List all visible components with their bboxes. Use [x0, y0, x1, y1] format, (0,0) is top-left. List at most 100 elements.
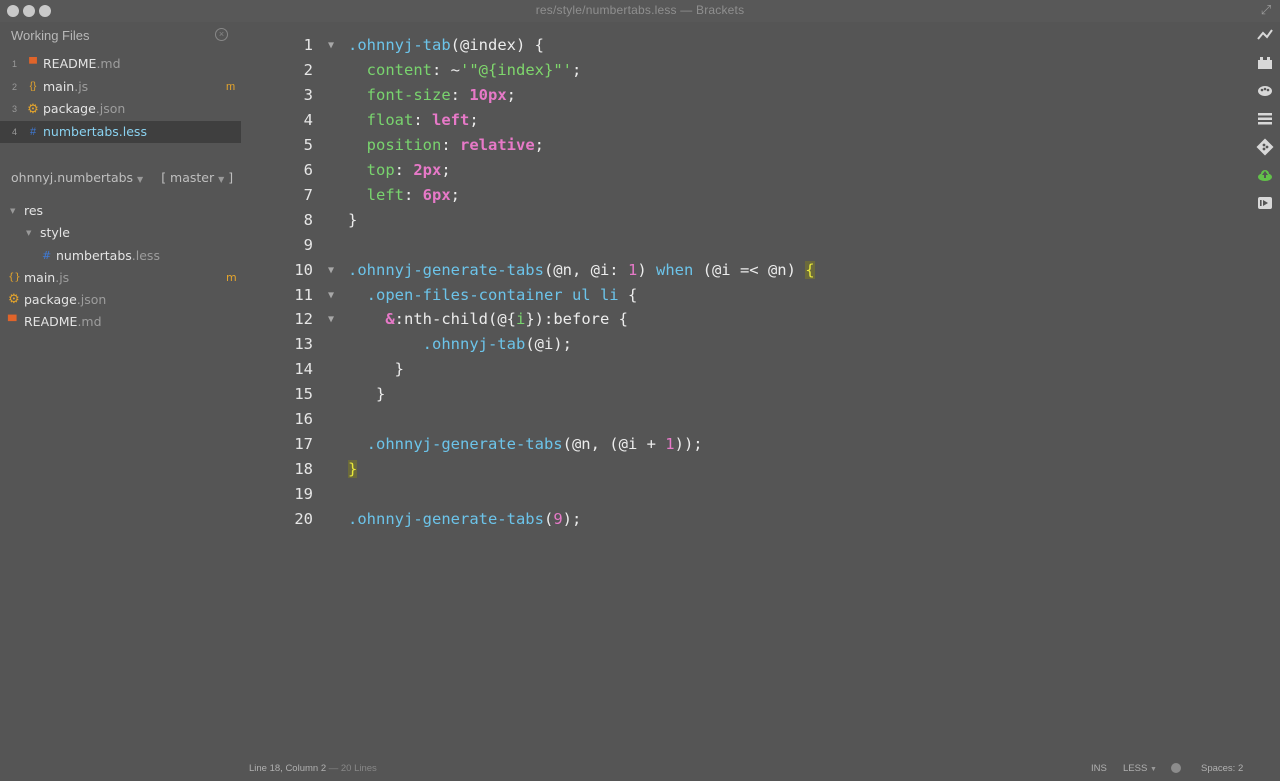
tree-file-numbertabs[interactable]: # numbertabs.less — [0, 245, 241, 267]
line-number: 15 — [294, 385, 313, 404]
project-name: ohnnyj.numbertabs — [11, 170, 134, 185]
line-number: 16 — [294, 410, 313, 429]
line-number: 8 — [303, 210, 313, 229]
line-number: 10 — [294, 260, 313, 279]
code-token: 2px — [413, 160, 442, 179]
code-text: float: left; — [348, 108, 479, 133]
file-tree: ▼ res ▼ style # numbertabs.less {} main.… — [0, 200, 241, 334]
code-token: : — [441, 135, 460, 154]
code-token: } — [348, 385, 386, 404]
working-file-item[interactable]: 3 ⚙ package.json — [0, 98, 241, 121]
fullscreen-icon[interactable]: ⤢ — [1258, 2, 1274, 18]
tree-file-mainjs[interactable]: {} main.js m — [0, 267, 241, 289]
code-text: } — [348, 208, 357, 233]
language-dropdown[interactable]: LESS ▼ — [1123, 757, 1157, 781]
file-extension: .js — [55, 269, 70, 285]
file-extension: .json — [95, 101, 126, 116]
theme-icon[interactable] — [1256, 82, 1274, 100]
tree-folder-style[interactable]: ▼ style — [0, 222, 241, 244]
live-preview-icon[interactable] — [1256, 26, 1274, 44]
working-files-list: 1 ▀ README.md 2 {} main.js m 3 ⚙ package… — [0, 53, 241, 143]
line-number: 7 — [303, 185, 313, 204]
code-text: left: 6px; — [348, 183, 460, 208]
code-token: (@index) { — [450, 36, 544, 54]
main-toolbar — [1248, 22, 1280, 757]
outline-list-icon[interactable] — [1256, 110, 1274, 128]
code-token: : — [394, 160, 414, 179]
gear-icon: ⚙ — [8, 292, 20, 308]
file-name: package.json — [43, 98, 125, 120]
expand-triangle-icon[interactable]: ▼ — [10, 200, 15, 222]
file-extension: .md — [77, 314, 102, 330]
working-file-item[interactable]: 1 ▀ README.md — [0, 53, 241, 76]
tree-file-readme[interactable]: ▀ README.md — [0, 311, 241, 333]
code-token: : — [450, 85, 470, 104]
fold-triangle-icon[interactable]: ▼ — [328, 33, 334, 58]
chevron-down-icon: ▼ — [1149, 766, 1157, 773]
fold-triangle-icon[interactable]: ▼ — [328, 258, 334, 283]
indent-setting[interactable]: Spaces: 2 — [1201, 757, 1243, 780]
expand-triangle-icon[interactable]: ▼ — [26, 222, 31, 244]
project-dropdown[interactable]: ohnnyj.numbertabs ▼ — [11, 170, 143, 185]
file-basename: README — [24, 314, 78, 330]
line-number: 12 — [294, 310, 313, 329]
line-number: 17 — [294, 435, 313, 454]
line-number: 5 — [303, 135, 313, 154]
linter-status-icon[interactable] — [1171, 763, 1181, 773]
code-token: 10px — [469, 85, 507, 104]
insert-mode-toggle[interactable]: INS — [1091, 757, 1107, 780]
git-icon[interactable] — [1256, 138, 1274, 156]
code-token: .ohnnyj-generate-tabs — [348, 510, 544, 529]
line-number: 1 — [303, 36, 313, 54]
code-token: : ~ — [432, 60, 460, 79]
close-working-files-icon[interactable]: × — [215, 28, 228, 41]
code-token: (@n, (@i + — [562, 435, 666, 454]
exit-icon[interactable] — [1256, 194, 1274, 212]
code-text: &:nth-child(@{i}):before { — [348, 307, 628, 332]
hash-icon: # — [29, 125, 37, 138]
code-token: { — [618, 285, 638, 304]
js-braces-icon: {} — [29, 80, 37, 92]
code-text: } — [348, 357, 404, 382]
line-number: 14 — [294, 360, 313, 379]
file-basename: numbertabs — [56, 247, 132, 263]
tree-file-package[interactable]: ⚙ package.json — [0, 289, 241, 311]
tree-folder-res[interactable]: ▼ res — [0, 200, 241, 222]
file-name: README.md — [43, 53, 121, 75]
code-editor[interactable]: 1 ▼ .ohnnyj-tab(@index) {2 content: ~'"@{i… — [241, 22, 1248, 757]
line-count: — 20 Lines — [328, 763, 377, 774]
file-basename: package — [24, 292, 77, 308]
code-token: ; — [534, 135, 544, 154]
hash-icon: # — [42, 248, 52, 262]
code-token: top — [366, 160, 395, 179]
line-number: 11 — [294, 285, 313, 304]
branch-dropdown[interactable]: [ master ▼ ] — [161, 170, 233, 185]
file-extension: .js — [74, 78, 89, 94]
code-token: (@i); — [525, 335, 572, 354]
code-token: ; — [450, 185, 461, 204]
markdown-icon: ▀ — [8, 315, 17, 329]
code-token: ; — [441, 160, 451, 179]
fold-triangle-icon[interactable]: ▼ — [328, 307, 334, 332]
file-basename: package — [43, 101, 96, 116]
code-text: .ohnnyj-generate-tabs(9); — [348, 507, 581, 532]
fold-triangle-icon[interactable]: ▼ — [328, 283, 334, 308]
working-file-item[interactable]: 2 {} main.js m — [0, 76, 241, 99]
status-bar: Line 18, Column 2 — 20 Lines INS LESS ▼ … — [241, 757, 1280, 780]
code-token: i — [516, 310, 526, 329]
line-number: 4 — [303, 110, 313, 129]
file-extension: .md — [96, 56, 121, 71]
chevron-down-icon: ▼ — [137, 175, 144, 184]
extension-manager-icon[interactable] — [1256, 54, 1274, 72]
code-text: .ohnnyj-tab(@index) { — [348, 33, 544, 58]
cloud-upload-icon[interactable] — [1256, 166, 1274, 184]
language-label: LESS — [1123, 763, 1148, 774]
working-file-item-selected[interactable]: 4 # numbertabs.less — [0, 120, 241, 143]
code-token: left — [432, 110, 470, 129]
file-number: 2 — [12, 81, 18, 92]
code-token: when — [655, 260, 694, 279]
code-token: : — [404, 185, 423, 204]
